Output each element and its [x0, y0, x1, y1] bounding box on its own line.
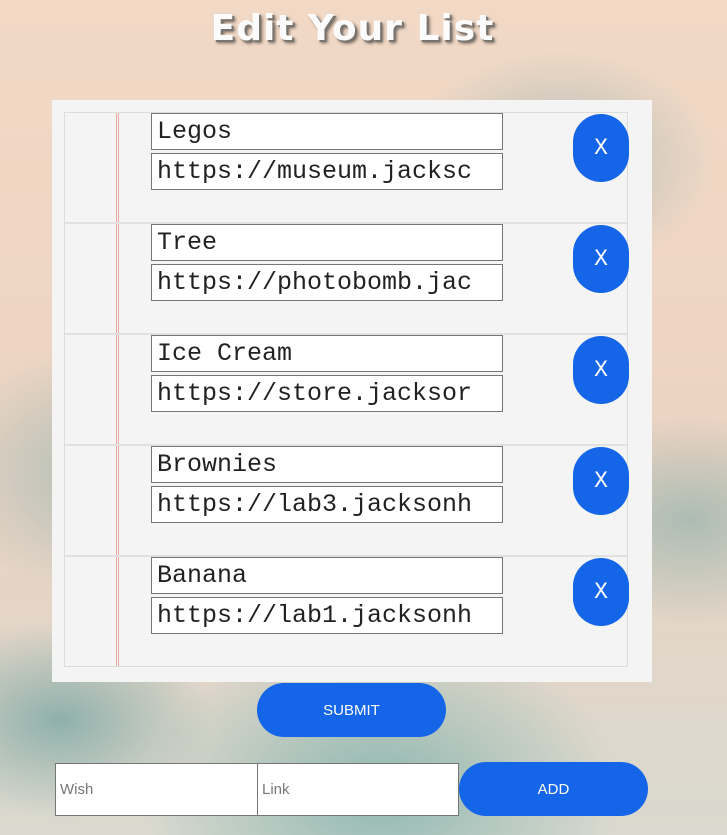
delete-item-button[interactable]: X — [573, 336, 629, 404]
list-item: X — [65, 335, 629, 446]
list-item: X — [65, 224, 629, 335]
add-button[interactable]: ADD — [459, 762, 648, 816]
delete-item-button[interactable]: X — [573, 225, 629, 293]
wish-link-input[interactable] — [151, 264, 503, 301]
delete-item-button[interactable]: X — [573, 558, 629, 626]
wish-name-input[interactable] — [151, 113, 503, 150]
wish-name-input[interactable] — [151, 335, 503, 372]
wish-name-input[interactable] — [151, 446, 503, 483]
wish-link-input[interactable] — [151, 375, 503, 412]
submit-button[interactable]: SUBMIT — [257, 683, 446, 737]
list-item: X — [65, 113, 629, 224]
list-item: X — [65, 557, 629, 668]
delete-item-button[interactable]: X — [573, 447, 629, 515]
new-wish-input[interactable] — [55, 763, 258, 816]
wish-name-input[interactable] — [151, 557, 503, 594]
delete-item-button[interactable]: X — [573, 114, 629, 182]
wish-name-input[interactable] — [151, 224, 503, 261]
list-item: X — [65, 446, 629, 557]
page-title: Edit Your List — [210, 8, 495, 49]
wish-link-input[interactable] — [151, 153, 503, 190]
wish-link-input[interactable] — [151, 597, 503, 634]
wish-list: X X X X X — [64, 112, 629, 668]
wish-link-input[interactable] — [151, 486, 503, 523]
new-link-input[interactable] — [257, 763, 459, 816]
wish-list-panel: X X X X X — [52, 100, 652, 682]
